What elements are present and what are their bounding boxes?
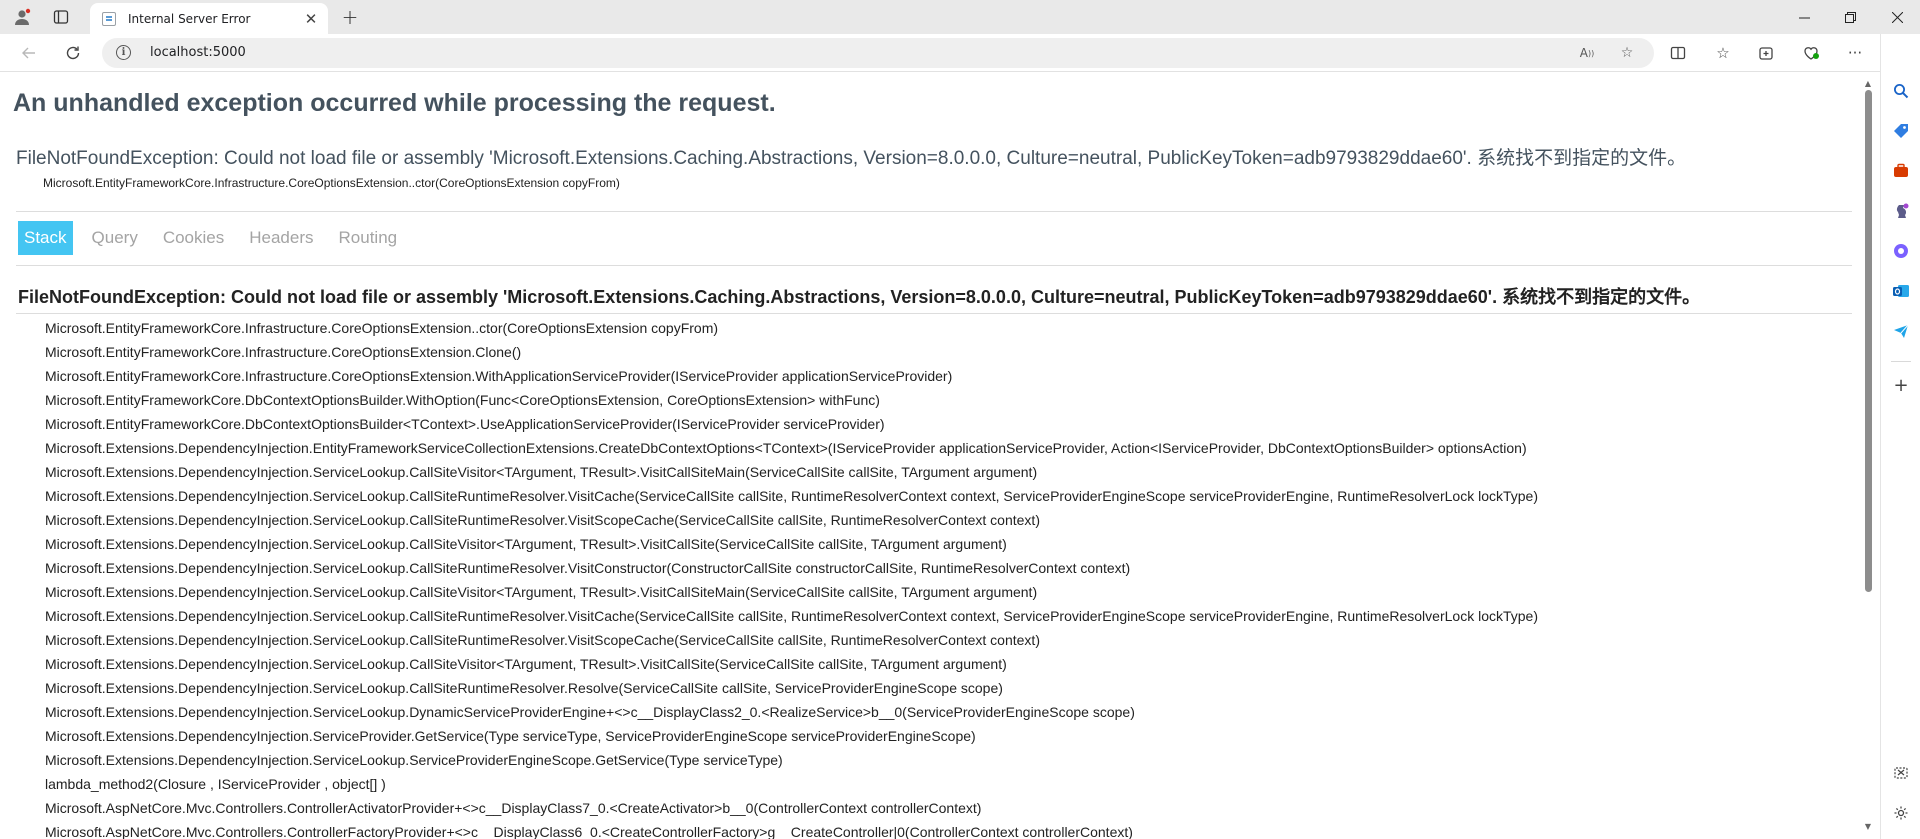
divider — [16, 211, 1852, 212]
favorites-icon[interactable]: ☆ — [1711, 42, 1735, 64]
page-favicon-icon — [102, 11, 116, 26]
stack-frame[interactable]: Microsoft.Extensions.DependencyInjection… — [45, 652, 1538, 676]
microsoft365-icon[interactable] — [1890, 240, 1912, 262]
sidebar-divider — [1891, 361, 1911, 362]
screenshot-icon[interactable] — [1890, 762, 1912, 784]
scroll-down-arrow-icon[interactable]: ▼ — [1864, 823, 1872, 831]
page-heading: An unhandled exception occurred while pr… — [13, 89, 776, 117]
edge-sidebar: + — [1880, 34, 1920, 839]
tab-query[interactable]: Query — [86, 221, 144, 255]
collections-icon[interactable] — [1754, 42, 1778, 64]
refresh-icon[interactable] — [60, 41, 86, 65]
restore-icon[interactable] — [1827, 0, 1873, 34]
stack-frame[interactable]: Microsoft.Extensions.DependencyInjection… — [45, 556, 1538, 580]
error-location: Microsoft.EntityFrameworkCore.Infrastruc… — [43, 176, 620, 190]
more-options-icon[interactable]: ··· — [1843, 42, 1867, 64]
outlook-icon[interactable] — [1890, 280, 1912, 302]
stack-frame[interactable]: Microsoft.AspNetCore.Mvc.Controllers.Con… — [45, 820, 1538, 839]
back-icon[interactable] — [16, 41, 42, 65]
stack-frame[interactable]: Microsoft.Extensions.DependencyInjection… — [45, 532, 1538, 556]
tab-stack[interactable]: Stack — [18, 221, 73, 255]
stack-frame[interactable]: Microsoft.EntityFrameworkCore.Infrastruc… — [45, 364, 1538, 388]
tools-briefcase-icon[interactable] — [1890, 160, 1912, 182]
stack-frame[interactable]: Microsoft.EntityFrameworkCore.Infrastruc… — [45, 340, 1538, 364]
stack-frame[interactable]: Microsoft.Extensions.DependencyInjection… — [45, 580, 1538, 604]
split-screen-icon[interactable] — [1666, 42, 1690, 64]
minimize-icon[interactable] — [1781, 0, 1827, 34]
browser-essentials-icon[interactable] — [1799, 42, 1823, 64]
favorite-star-icon[interactable]: ☆ — [1616, 43, 1638, 63]
search-icon[interactable] — [1890, 80, 1912, 102]
drop-send-icon[interactable] — [1890, 320, 1912, 342]
games-chess-icon[interactable] — [1890, 200, 1912, 222]
stack-frame[interactable]: Microsoft.Extensions.DependencyInjection… — [45, 604, 1538, 628]
new-tab-icon[interactable]: + — [338, 5, 362, 29]
stack-frame[interactable]: Microsoft.Extensions.DependencyInjection… — [45, 724, 1538, 748]
tab-actions-icon[interactable] — [49, 5, 73, 29]
stack-frame[interactable]: Microsoft.Extensions.DependencyInjection… — [45, 748, 1538, 772]
shopping-tag-icon[interactable] — [1890, 120, 1912, 142]
stack-frame[interactable]: Microsoft.Extensions.DependencyInjection… — [45, 484, 1538, 508]
stack-frame[interactable]: Microsoft.AspNetCore.Mvc.Controllers.Con… — [45, 796, 1538, 820]
sidebar-settings-gear-icon[interactable] — [1890, 802, 1912, 824]
stack-frame[interactable]: Microsoft.Extensions.DependencyInjection… — [45, 460, 1538, 484]
close-tab-icon[interactable]: ✕ — [300, 8, 322, 30]
stack-frame[interactable]: Microsoft.Extensions.DependencyInjection… — [45, 508, 1538, 532]
stack-frame[interactable]: Microsoft.Extensions.DependencyInjection… — [45, 628, 1538, 652]
add-sidebar-app-icon[interactable]: + — [1890, 374, 1912, 396]
stack-frames: Microsoft.EntityFrameworkCore.Infrastruc… — [45, 316, 1538, 839]
error-tabs: Stack Query Cookies Headers Routing — [18, 221, 416, 255]
stack-frame[interactable]: lambda_method2(Closure , IServiceProvide… — [45, 772, 1538, 796]
tab-cookies[interactable]: Cookies — [157, 221, 230, 255]
tab-strip: Internal Server Error ✕ + — [0, 0, 1920, 34]
title-error: FileNotFoundException: Could not load fi… — [16, 148, 1687, 169]
error-page: An unhandled exception occurred while pr… — [0, 73, 1858, 839]
tab-headers[interactable]: Headers — [243, 221, 319, 255]
stack-frame[interactable]: Microsoft.EntityFrameworkCore.Infrastruc… — [45, 316, 1538, 340]
url-text[interactable]: localhost:5000 — [150, 45, 246, 60]
divider — [16, 265, 1852, 266]
tab-title: Internal Server Error — [128, 11, 251, 26]
stack-frame[interactable]: Microsoft.Extensions.DependencyInjection… — [45, 436, 1538, 460]
page-scrollbar[interactable]: ▲ ▼ — [1862, 80, 1874, 833]
stack-frame[interactable]: Microsoft.EntityFrameworkCore.DbContextO… — [45, 412, 1538, 436]
read-aloud-icon[interactable]: A)) — [1576, 43, 1598, 63]
profile-icon[interactable] — [10, 5, 34, 29]
address-toolbar: i localhost:5000 A)) ☆ ☆ ··· — [0, 34, 1920, 72]
scroll-up-arrow-icon[interactable]: ▲ — [1864, 80, 1872, 88]
divider — [16, 313, 1852, 314]
browser-tab-active[interactable]: Internal Server Error ✕ — [90, 3, 328, 34]
tab-routing[interactable]: Routing — [333, 221, 404, 255]
exception-title: FileNotFoundException: Could not load fi… — [18, 287, 1701, 307]
stack-frame[interactable]: Microsoft.EntityFrameworkCore.DbContextO… — [45, 388, 1538, 412]
address-bar[interactable]: i localhost:5000 A)) ☆ — [102, 38, 1654, 68]
site-info-icon[interactable]: i — [116, 45, 131, 60]
stack-frame[interactable]: Microsoft.Extensions.DependencyInjection… — [45, 676, 1538, 700]
stack-frame[interactable]: Microsoft.Extensions.DependencyInjection… — [45, 700, 1538, 724]
scrollbar-thumb[interactable] — [1865, 90, 1872, 592]
close-window-icon[interactable] — [1874, 0, 1920, 34]
